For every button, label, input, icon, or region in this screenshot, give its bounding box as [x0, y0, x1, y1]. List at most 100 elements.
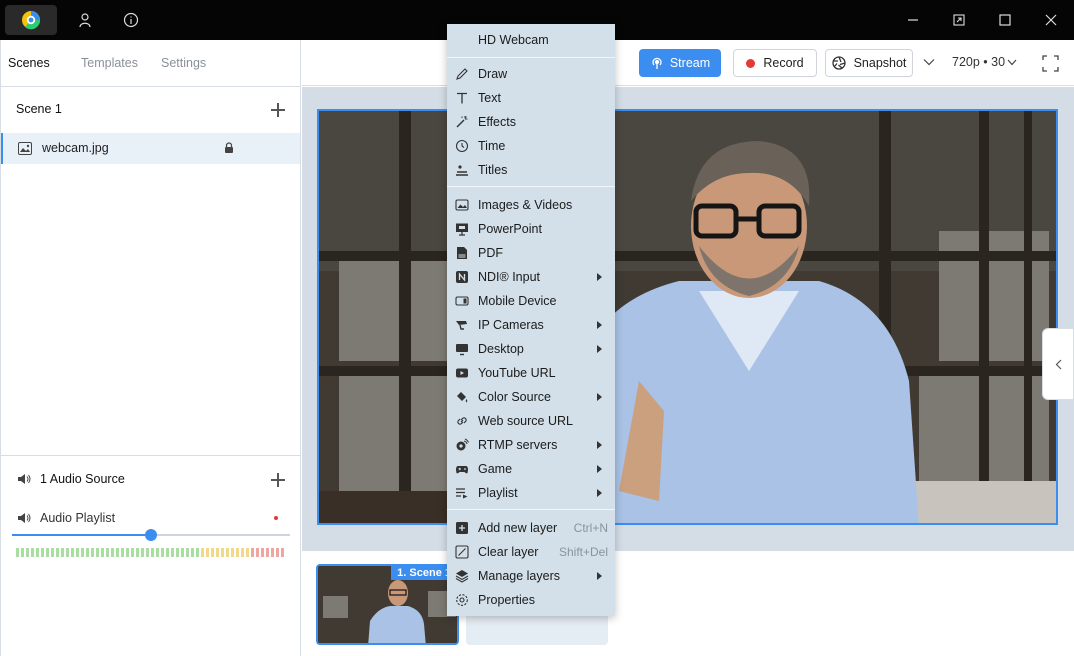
minimize-icon[interactable]: [903, 10, 923, 30]
chevron-down-icon[interactable]: [1007, 59, 1017, 66]
snap-icon[interactable]: [949, 10, 969, 30]
menu-item-label: Playlist: [478, 486, 518, 500]
audio-level-meter: [16, 548, 288, 557]
side-panel-toggle[interactable]: [1042, 328, 1074, 400]
meter-segment: [241, 548, 244, 557]
menu-item-manage-layers[interactable]: Manage layers: [447, 564, 615, 588]
menu-item-web-source-url[interactable]: Web source URL: [447, 409, 615, 433]
menu-item-ndi-input[interactable]: NDI® Input: [447, 265, 615, 289]
maximize-icon[interactable]: [995, 10, 1015, 30]
meter-segment: [126, 548, 129, 557]
playlist-icon: [455, 486, 469, 500]
submenu-arrow-icon: [597, 345, 602, 353]
speaker-icon: [18, 513, 31, 523]
volume-slider[interactable]: [12, 529, 290, 541]
menu-item-label: PDF: [478, 246, 503, 260]
meter-segment: [151, 548, 154, 557]
add-audio-plus-icon[interactable]: [271, 473, 285, 487]
menu-item-properties[interactable]: Properties: [447, 588, 615, 612]
menu-header[interactable]: HD Webcam: [478, 33, 549, 47]
menu-item-label: Properties: [478, 593, 535, 607]
menu-item-clear-layer[interactable]: Clear layer Shift+Del: [447, 540, 615, 564]
meter-segment: [16, 548, 19, 557]
meter-segment: [136, 548, 139, 557]
gear-icon: [455, 593, 469, 607]
menu-item-youtube-url[interactable]: YouTube URL: [447, 361, 615, 385]
menu-item-powerpoint[interactable]: PowerPoint: [447, 217, 615, 241]
menu-item-color-source[interactable]: Color Source: [447, 385, 615, 409]
add-source-context-menu: HD Webcam Draw Text Effects Time Titles Image…: [447, 24, 615, 616]
menu-item-text[interactable]: Text: [447, 86, 615, 110]
menu-item-label: Add new layer: [478, 521, 558, 535]
webcam-preview-image[interactable]: [317, 109, 1058, 525]
menu-item-playlist[interactable]: Playlist: [447, 481, 615, 505]
lock-icon[interactable]: [224, 142, 234, 154]
menu-item-label: Mobile Device: [478, 294, 557, 308]
meter-segment: [31, 548, 34, 557]
ip-camera-icon: [455, 318, 469, 332]
titles-icon: [455, 163, 469, 177]
powerpoint-icon: [455, 222, 469, 236]
app-logo-button[interactable]: [5, 5, 57, 35]
chevron-left-icon: [1055, 359, 1061, 369]
meter-segment: [261, 548, 264, 557]
menu-item-time[interactable]: Time: [447, 134, 615, 158]
close-icon[interactable]: [1041, 10, 1061, 30]
meter-segment: [186, 548, 189, 557]
menu-item-effects[interactable]: Effects: [447, 110, 615, 134]
main-area: Stream Record Snapshot 720p • 30 1. Scen…: [302, 40, 1074, 656]
volume-slider-knob[interactable]: [145, 529, 157, 541]
menu-item-pdf[interactable]: PDF: [447, 241, 615, 265]
layer-item[interactable]: webcam.jpg: [1, 133, 300, 164]
broadcast-icon: [652, 57, 662, 69]
menu-item-draw[interactable]: Draw: [447, 62, 615, 86]
add-layer-plus-icon[interactable]: [271, 103, 285, 117]
left-panel: Scenes Templates Settings Scene 1 webcam…: [0, 40, 301, 656]
snapshot-button[interactable]: Snapshot: [825, 49, 913, 77]
info-icon[interactable]: [121, 10, 141, 30]
fullscreen-icon[interactable]: [1042, 55, 1059, 72]
menu-item-titles[interactable]: Titles: [447, 158, 615, 182]
meter-segment: [251, 548, 254, 557]
ndi-icon: [455, 270, 469, 284]
menu-item-ip-cameras[interactable]: IP Cameras: [447, 313, 615, 337]
scene-thumbnail[interactable]: 1. Scene 1: [316, 564, 459, 645]
menu-item-mobile-device[interactable]: Mobile Device: [447, 289, 615, 313]
layers-icon: [455, 569, 469, 583]
chevron-down-icon[interactable]: [923, 58, 935, 66]
user-icon[interactable]: [75, 10, 95, 30]
resolution-select[interactable]: 720p • 30: [952, 55, 1005, 69]
record-button[interactable]: Record: [733, 49, 817, 77]
menu-item-label: Desktop: [478, 342, 524, 356]
meter-segment: [156, 548, 159, 557]
menu-item-add-new-layer[interactable]: Add new layer Ctrl+N: [447, 516, 615, 540]
tab-templates[interactable]: Templates: [81, 56, 138, 70]
meter-segment: [106, 548, 109, 557]
submenu-arrow-icon: [597, 441, 602, 449]
image-icon: [18, 142, 32, 155]
menu-item-desktop[interactable]: Desktop: [447, 337, 615, 361]
desktop-icon: [455, 342, 469, 356]
menu-item-images-videos[interactable]: Images & Videos: [447, 193, 615, 217]
tab-scenes[interactable]: Scenes: [8, 56, 50, 70]
audio-section: 1 Audio Source Audio Playlist: [1, 455, 301, 656]
clock-icon: [455, 139, 469, 153]
menu-item-rtmp-servers[interactable]: RTMP servers: [447, 433, 615, 457]
stream-button[interactable]: Stream: [639, 49, 721, 77]
meter-segment: [101, 548, 104, 557]
meter-segment: [91, 548, 94, 557]
menu-item-label: Clear layer: [478, 545, 539, 559]
meter-segment: [201, 548, 204, 557]
menu-separator: [447, 509, 615, 510]
tab-settings[interactable]: Settings: [161, 56, 206, 70]
meter-segment: [231, 548, 234, 557]
meter-segment: [211, 548, 214, 557]
meter-segment: [256, 548, 259, 557]
meter-segment: [166, 548, 169, 557]
meter-segment: [111, 548, 114, 557]
menu-item-game[interactable]: Game: [447, 457, 615, 481]
camera-shutter-icon: [831, 56, 846, 70]
meter-segment: [51, 548, 54, 557]
preview-canvas[interactable]: [302, 87, 1074, 551]
submenu-arrow-icon: [597, 393, 602, 401]
